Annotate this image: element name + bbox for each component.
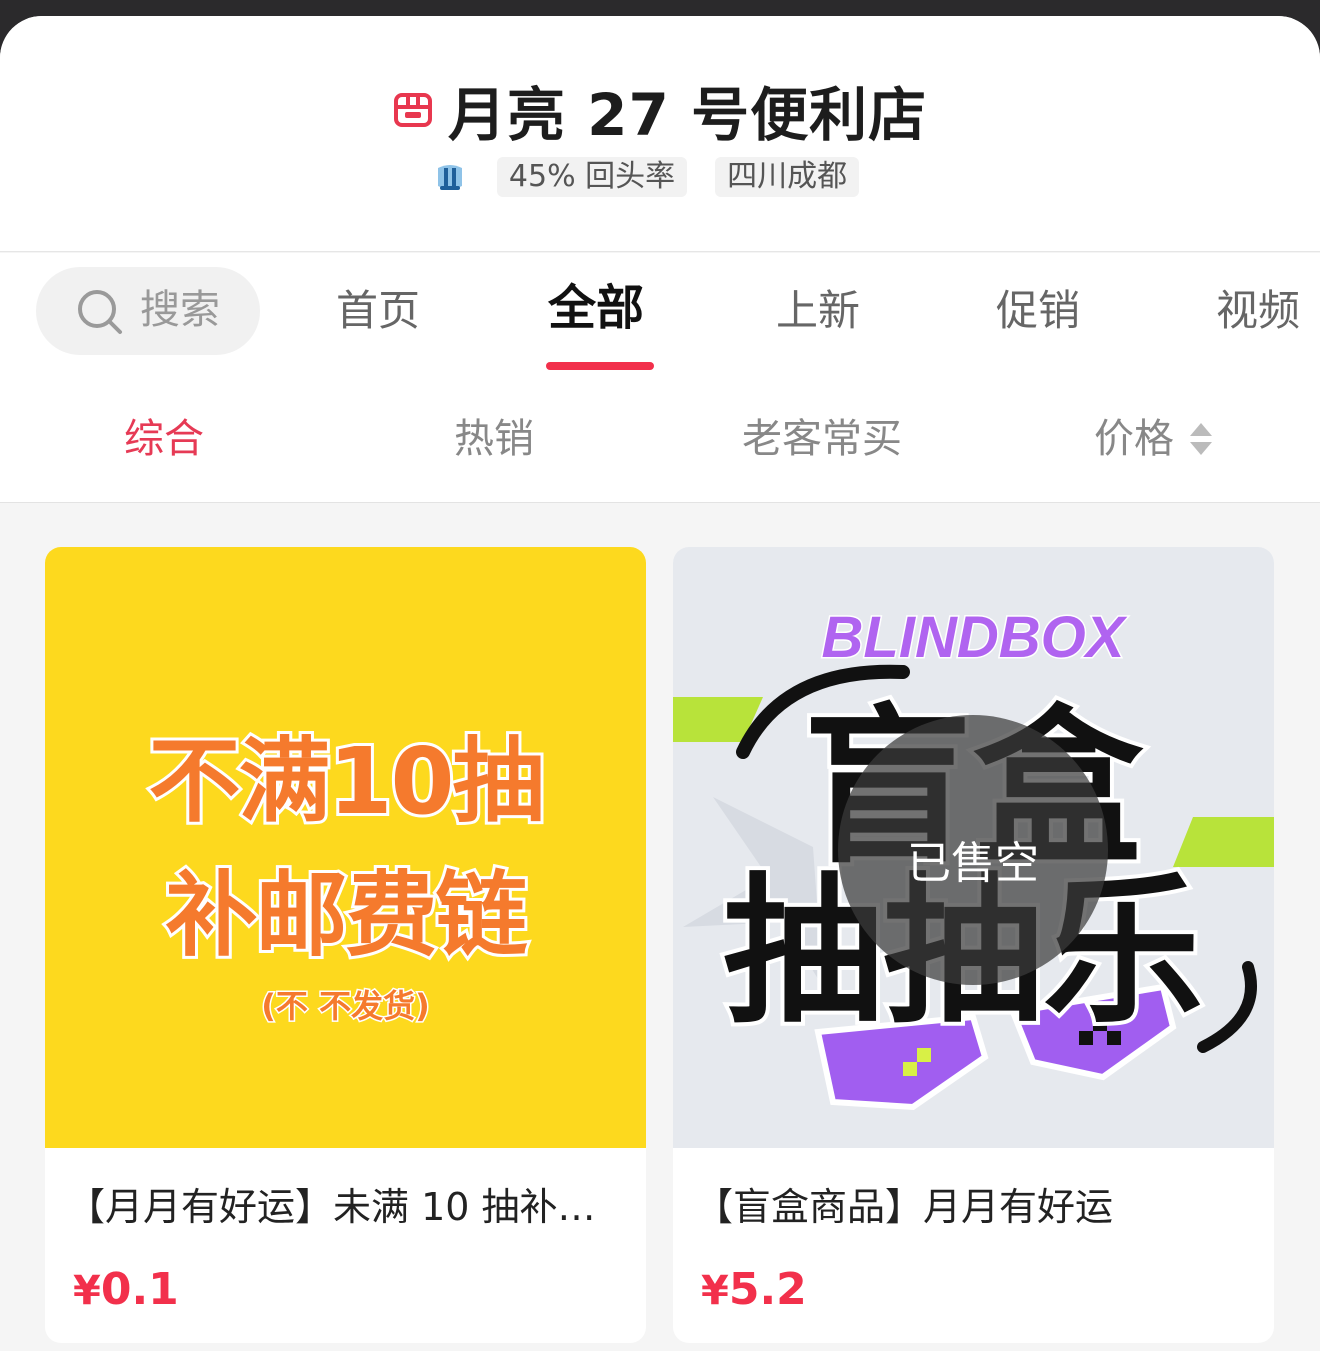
- search-box[interactable]: 搜索: [36, 267, 260, 355]
- art-pixel: [903, 1062, 917, 1076]
- subtab-hot-sales[interactable]: 热销: [454, 413, 534, 465]
- product-card[interactable]: 不满10抽 补邮费链 (不 不发货) 【月月有好运】未满 10 抽补邮费链接 ¥…: [45, 547, 646, 1343]
- product-image[interactable]: BLINDBOX 盲盒 抽抽乐 已售空: [673, 547, 1274, 1148]
- shop-badge-icon: [437, 165, 462, 190]
- product-price: ¥5.2: [701, 1262, 807, 1319]
- sort-arrows-icon[interactable]: [1188, 421, 1214, 457]
- price-currency: ¥: [73, 1268, 101, 1314]
- price-currency: ¥: [701, 1268, 729, 1314]
- sold-out-overlay: 已售空: [838, 715, 1108, 985]
- subtab-price[interactable]: 价格: [1094, 413, 1174, 465]
- product-title[interactable]: 【月月有好运】未满 10 抽补邮费链接: [67, 1182, 627, 1232]
- sold-out-label: 已售空: [907, 838, 1039, 889]
- art-pixel: [917, 1048, 931, 1062]
- search-icon: [78, 290, 122, 334]
- shop-meta-row: 45% 回头率 四川成都: [0, 157, 1320, 197]
- shop-logo-icon: [393, 93, 432, 127]
- price-value: 0.1: [100, 1264, 179, 1315]
- product-image-text-1: 不满10抽: [145, 725, 547, 838]
- shop-name: 月亮 27 号便利店: [447, 81, 928, 149]
- shop-header: 月亮 27 号便利店 45% 回头率 四川成都: [0, 16, 1320, 252]
- art-swoosh-bottom: [1197, 961, 1257, 1053]
- tab-promotion[interactable]: 促销: [996, 283, 1080, 339]
- shop-sheet: 月亮 27 号便利店 45% 回头率 四川成都 搜索 首页 全部 上新 促销 视…: [0, 16, 1320, 1351]
- location-chip: 四川成都: [715, 157, 860, 197]
- return-rate-chip: 45% 回头率: [496, 157, 688, 197]
- product-title[interactable]: 【盲盒商品】月月有好运: [695, 1182, 1255, 1232]
- subtab-repeat-buys[interactable]: 老客常买: [742, 413, 902, 465]
- active-tab-indicator: [546, 362, 654, 370]
- product-card[interactable]: BLINDBOX 盲盒 抽抽乐 已售空 【盲盒商品】月月有好运 ¥5.2: [673, 547, 1274, 1343]
- tab-all[interactable]: 全部: [548, 280, 644, 336]
- product-price: ¥0.1: [73, 1262, 179, 1319]
- product-image[interactable]: 不满10抽 补邮费链 (不 不发货): [45, 547, 646, 1148]
- art-brand-text: BLINDBOX: [822, 605, 1128, 670]
- price-value: 5.2: [728, 1264, 807, 1315]
- shop-nav: 搜索 首页 全部 上新 促销 视频 综合 热销 老客常买 价格: [0, 253, 1320, 503]
- shop-title-row: 月亮 27 号便利店: [0, 68, 1320, 152]
- product-image-text-3: (不 不发货): [260, 986, 431, 1027]
- product-image-text-2: 补邮费链: [162, 859, 530, 972]
- tab-home[interactable]: 首页: [336, 283, 420, 339]
- tab-new[interactable]: 上新: [776, 283, 860, 339]
- search-label: 搜索: [140, 287, 220, 333]
- tab-video[interactable]: 视频: [1216, 283, 1300, 339]
- subtab-overall[interactable]: 综合: [124, 413, 204, 465]
